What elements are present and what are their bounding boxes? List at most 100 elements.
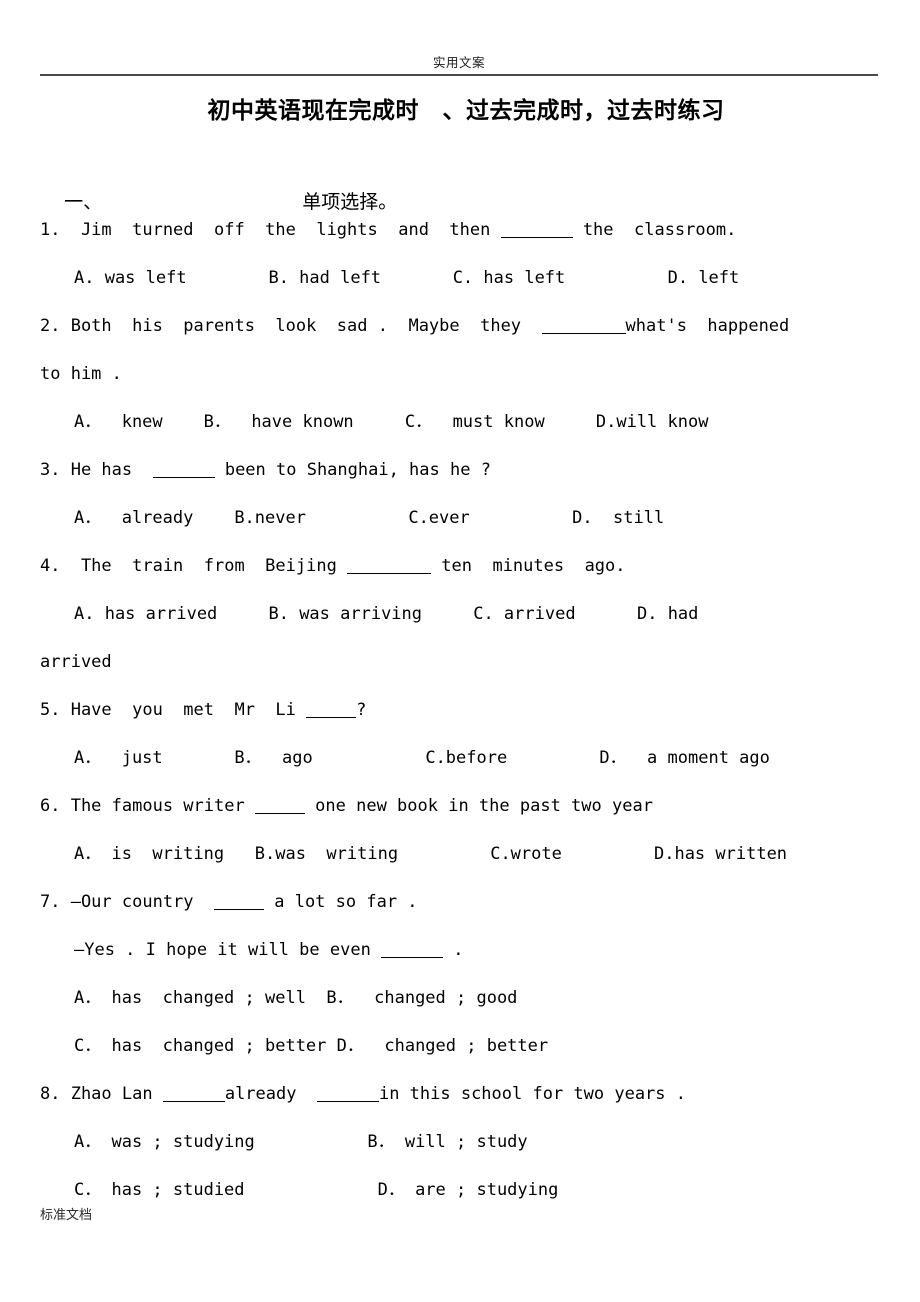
question-options-q7-cd: C． has changed ; better D． changed ; bet… <box>40 1022 920 1070</box>
q7-opt-c: C． has changed ; better <box>74 1036 327 1056</box>
q2-opt-d: D.will know <box>595 412 709 432</box>
questions-body: 1. Jim turned off the lights and then th… <box>40 206 920 1214</box>
q7-opt-a: A． has changed ; well <box>74 988 306 1008</box>
q7-opt-b: B． changed ; good <box>326 988 518 1008</box>
q5-blank <box>306 703 357 718</box>
header-divider <box>40 74 878 76</box>
q3-opt-b: B.never <box>234 508 306 528</box>
q2-blank <box>541 319 626 334</box>
q3-blank <box>152 463 215 478</box>
q3-opt-d: D. still <box>572 508 665 528</box>
sp <box>163 748 235 768</box>
document-page: 实用文案 初中英语现在完成时 、过去完成时，过去时练习 一、 单项选择。 1. J… <box>0 0 920 1302</box>
sp <box>193 508 234 528</box>
q2-stem-pre: 2. Both his parents look sad . Maybe the… <box>40 316 542 336</box>
sp <box>354 412 405 432</box>
q6-opt-b: B.was writing <box>254 844 399 864</box>
question-options-q4: A. has arrived B. was arriving C. arrive… <box>40 590 920 638</box>
sp <box>562 844 654 864</box>
sp <box>422 604 473 624</box>
header-label: 实用文案 <box>432 56 485 70</box>
q2-opt-c: C． must know <box>404 412 545 432</box>
q7-stem-pre: 7. —Our country <box>40 892 214 912</box>
question-stem-q3: 3. He has been to Shanghai, has he ? <box>40 446 920 494</box>
q6-opt-d: D.has written <box>653 844 788 864</box>
question-stem-q7-line2: —Yes . I hope it will be even . <box>40 926 920 974</box>
sp <box>326 1036 336 1056</box>
q5-opt-b: B． ago <box>234 748 313 768</box>
question-options-q3: A． already B.never C.ever D. still <box>40 494 920 542</box>
q5-opt-c: C.before <box>425 748 508 768</box>
q3-opt-c: C.ever <box>408 508 470 528</box>
q6-stem-pre: 6. The famous writer <box>40 796 255 816</box>
page-header: 实用文案 <box>40 56 878 76</box>
sp <box>255 1132 368 1152</box>
sp <box>217 604 268 624</box>
q8-opt-a: A． was ; studying <box>74 1132 255 1152</box>
q1-blank <box>500 223 573 238</box>
sp <box>313 748 426 768</box>
q4-opt-c: C. arrived <box>473 604 576 624</box>
q2-opt-a: A． knew <box>74 412 163 432</box>
page-title: 初中英语现在完成时 、过去完成时，过去时练习 <box>207 98 725 124</box>
q5-stem-pre: 5. Have you met Mr Li <box>40 700 307 720</box>
question-options-q2: A． knew B． have known C． must know D.wil… <box>40 398 920 446</box>
q2-opt-b: B． have known <box>203 412 354 432</box>
sp <box>245 1180 378 1200</box>
q1-stem-pre: 1. Jim turned off the lights and then <box>40 220 501 240</box>
q5-opt-a: A． just <box>74 748 163 768</box>
question-options-q4-wrap: arrived <box>40 652 112 672</box>
q4-stem-pre: 4. The train from Beijing <box>40 556 348 576</box>
question-stem-q8: 8. Zhao Lan already in this school for t… <box>40 1070 920 1118</box>
q7-line2-post: . <box>443 940 464 960</box>
sp <box>306 988 326 1008</box>
question-stem-q2-wrap: to him . <box>40 364 122 384</box>
q7-line2-pre: —Yes . I hope it will be even <box>74 940 382 960</box>
q8-opt-c: C． has ; studied <box>74 1180 245 1200</box>
q1-options: A. was left B. had left C. has left D. l… <box>74 268 740 288</box>
q8-opt-d: D． are ; studying <box>377 1180 559 1200</box>
sp <box>507 748 599 768</box>
question-options-q7-ab: A． has changed ; well B． changed ; good <box>40 974 920 1022</box>
question-options-q8-ab: A． was ; studying B． will ; study <box>40 1118 920 1166</box>
q7-opt-d: D． changed ; better <box>336 1036 549 1056</box>
q7-blank-1 <box>214 895 264 910</box>
q3-stem-post: been to Shanghai, has he ? <box>214 460 491 480</box>
q4-opt-a: A. has arrived <box>74 604 218 624</box>
question-stem-q7: 7. —Our country a lot so far . <box>40 878 920 926</box>
q6-opt-c: C.wrote <box>490 844 562 864</box>
q8-blank-1 <box>162 1087 225 1102</box>
q6-blank <box>254 799 305 814</box>
sp <box>224 844 255 864</box>
q8-stem-pre: 8. Zhao Lan <box>40 1084 163 1104</box>
q6-stem-post: one new book in the past two year <box>304 796 653 816</box>
q4-opt-d: D. had <box>636 604 699 624</box>
page-footer: 标准文档 <box>40 1207 93 1222</box>
sp <box>398 844 490 864</box>
question-options-q6: A． is writing B.was writing C.wrote D.ha… <box>40 830 920 878</box>
question-stem-q4: 4. The train from Beijing ten minutes ag… <box>40 542 920 590</box>
sp <box>306 508 408 528</box>
q8-stem-mid: already <box>224 1084 317 1104</box>
q5-opt-d: D． a moment ago <box>599 748 770 768</box>
q8-opt-b: B． will ; study <box>367 1132 528 1152</box>
q7-stem-post: a lot so far . <box>264 892 418 912</box>
q5-stem-post: ? <box>356 700 367 720</box>
sp <box>163 412 204 432</box>
question-stem-q1: 1. Jim turned off the lights and then th… <box>40 206 920 254</box>
q6-opt-a: A． is writing <box>74 844 225 864</box>
question-options-q1: A. was left B. had left C. has left D. l… <box>40 254 920 302</box>
sp <box>576 604 637 624</box>
q2-stem-post: what's happened <box>625 316 790 336</box>
question-stem-q6: 6. The famous writer one new book in the… <box>40 782 920 830</box>
q4-opt-b: B. was arriving <box>268 604 423 624</box>
q3-opt-a: A． already <box>74 508 194 528</box>
question-stem-q5: 5. Have you met Mr Li ? <box>40 686 920 734</box>
sp <box>545 412 596 432</box>
q1-stem-post: the classroom. <box>572 220 737 240</box>
q8-blank-2 <box>316 1087 379 1102</box>
question-stem-q2: 2. Both his parents look sad . Maybe the… <box>40 302 920 350</box>
q3-stem-pre: 3. He has <box>40 460 153 480</box>
q4-blank <box>347 559 432 574</box>
q7-blank-2 <box>381 943 444 958</box>
